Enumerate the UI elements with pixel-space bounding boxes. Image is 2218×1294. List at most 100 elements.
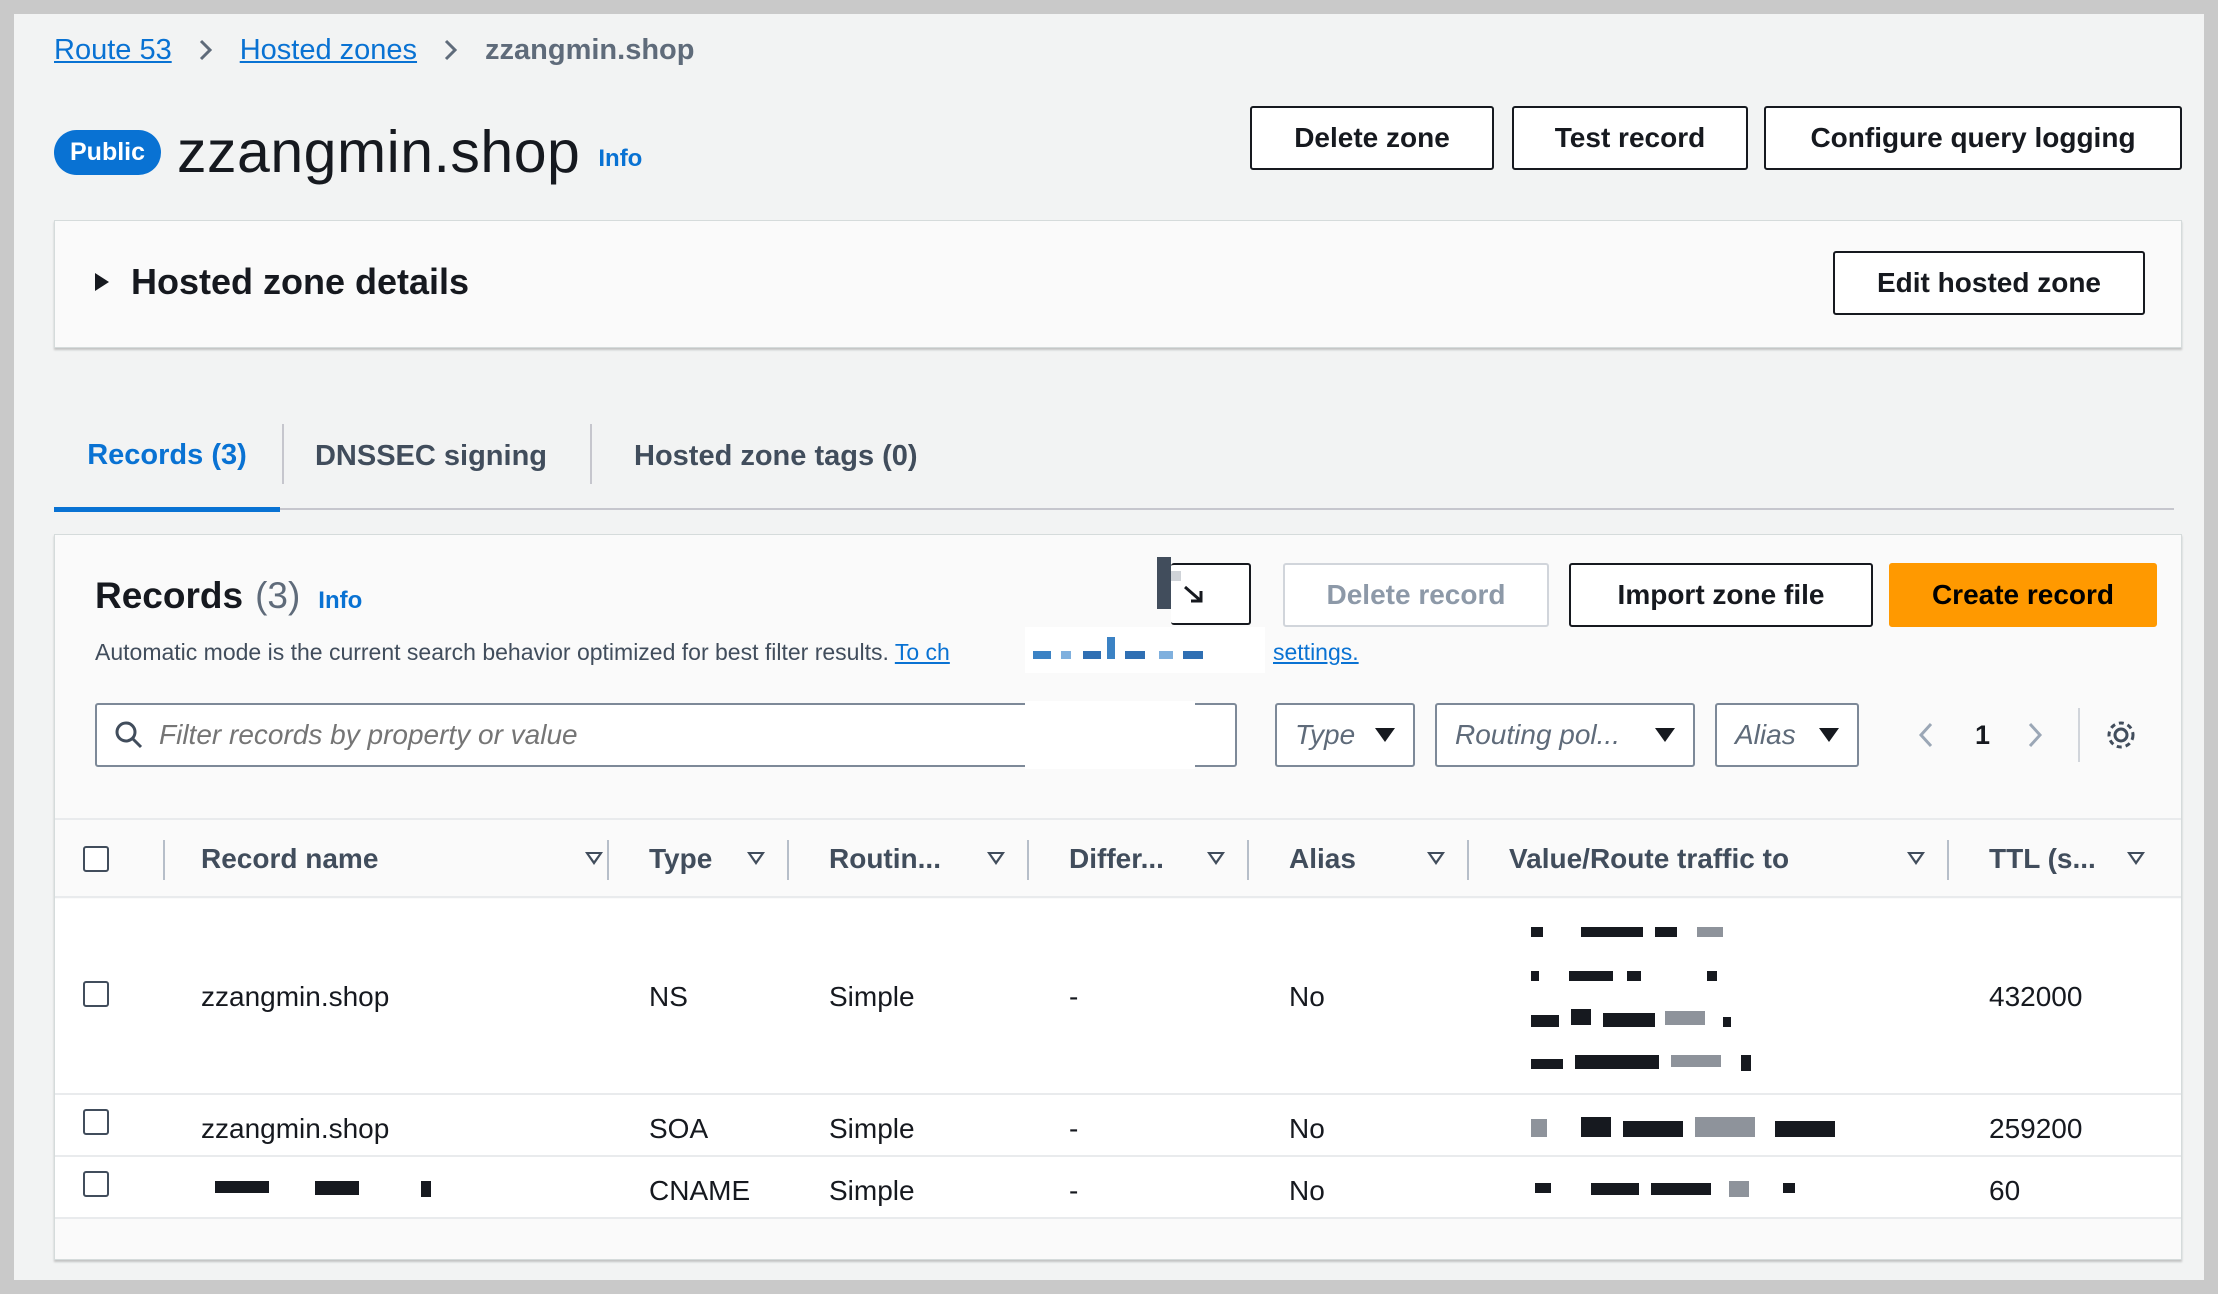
col-ttl[interactable]: TTL (s... <box>1989 820 2169 898</box>
type-filter-label: Type <box>1295 719 1356 750</box>
public-badge: Public <box>54 129 162 175</box>
routing-policy-filter-select[interactable]: Routing pol... <box>1435 703 1695 767</box>
chevron-right-icon <box>198 38 214 62</box>
sort-icon <box>585 852 603 865</box>
hosted-zone-details-panel: Hosted zone details Edit hosted zone <box>54 220 2182 348</box>
alias-filter-label: Alias <box>1735 719 1796 750</box>
column-divider <box>1027 840 1029 880</box>
record-ttl: 259200 <box>1989 1113 2083 1144</box>
table-row[interactable]: CNAME Simple - No 60 <box>55 1157 2181 1219</box>
select-all-checkbox[interactable] <box>83 846 109 872</box>
record-alias: No <box>1289 1175 1325 1206</box>
column-divider <box>1947 840 1949 880</box>
record-routing: Simple <box>829 1113 915 1144</box>
records-title: Records <box>95 575 244 616</box>
pager-divider <box>2078 708 2081 762</box>
configure-query-logging-button[interactable]: Configure query logging <box>1764 106 2182 170</box>
create-record-button[interactable]: Create record <box>1889 563 2157 627</box>
refresh-button[interactable] <box>1171 563 1251 625</box>
filter-records-input[interactable] <box>159 719 1159 751</box>
description-text: Automatic mode is the current search beh… <box>95 639 889 665</box>
record-type: SOA <box>649 1113 709 1144</box>
refresh-icon <box>1184 585 1203 603</box>
route53-hosted-zone-page: Route 53 Hosted zones zzangmin.shop Publ… <box>14 14 2204 1280</box>
column-divider <box>163 840 165 880</box>
edit-hosted-zone-button[interactable]: Edit hosted zone <box>1833 251 2145 315</box>
type-filter-select[interactable]: Type <box>1275 703 1415 767</box>
records-panel: Records (3) Info Delete record Import zo… <box>54 534 2182 1260</box>
breadcrumb: Route 53 Hosted zones zzangmin.shop <box>54 30 694 70</box>
sort-icon <box>1207 852 1225 865</box>
details-title: Hosted zone details <box>131 261 470 302</box>
search-settings-link-start[interactable]: To ch <box>895 639 950 665</box>
col-type[interactable]: Type <box>649 820 789 898</box>
record-routing: Simple <box>829 1175 915 1206</box>
record-type: NS <box>649 981 688 1012</box>
column-divider <box>1467 840 1469 880</box>
row-checkbox[interactable] <box>83 981 109 1007</box>
breadcrumb-hosted-zones[interactable]: Hosted zones <box>240 34 417 67</box>
redaction-mask <box>1507 899 1947 901</box>
records-heading: Records (3) Info <box>95 575 362 617</box>
column-divider <box>2181 840 2182 880</box>
routing-filter-label: Routing pol... <box>1455 719 1620 750</box>
records-count: (3) <box>255 575 301 616</box>
search-icon <box>115 721 143 749</box>
sort-icon <box>1907 852 1925 865</box>
col-differentiator[interactable]: Differ... <box>1069 820 1249 898</box>
records-table-header: Record name Type Routin... Differ... Ali… <box>55 818 2182 898</box>
records-info-link[interactable]: Info <box>318 587 362 615</box>
redacted-area <box>1025 701 1195 769</box>
delete-zone-button[interactable]: Delete zone <box>1250 106 1494 170</box>
test-record-button[interactable]: Test record <box>1512 106 1748 170</box>
record-ttl: 432000 <box>1989 981 2083 1012</box>
table-row[interactable]: zzangmin.shop NS Simple - No 432000 <box>55 899 2181 1095</box>
tab-list: Records (3) DNSSEC signing Hosted zone t… <box>54 404 2174 512</box>
redacted-block <box>1157 557 1171 609</box>
import-zone-file-button[interactable]: Import zone file <box>1569 563 1873 627</box>
caret-right-icon <box>95 273 109 291</box>
col-ttl-label: TTL (s... <box>1989 843 2096 874</box>
redacted-block <box>1171 571 1181 581</box>
page-number[interactable]: 1 <box>1975 720 1990 751</box>
col-routing[interactable]: Routin... <box>829 820 1029 898</box>
sort-icon <box>987 852 1005 865</box>
chevron-right-icon <box>443 38 459 62</box>
tab-records[interactable]: Records (3) <box>54 404 280 512</box>
tab-dnssec-signing[interactable]: DNSSEC signing <box>284 404 578 508</box>
column-divider <box>787 840 789 880</box>
col-routing-label: Routin... <box>829 843 941 874</box>
record-name: zzangmin.shop <box>201 981 390 1012</box>
search-settings-link-end[interactable]: settings. <box>1273 639 1359 666</box>
redacted-area <box>1025 627 1265 673</box>
chevron-right-icon[interactable] <box>2024 720 2046 750</box>
table-row[interactable]: zzangmin.shop SOA Simple - No 259200 <box>55 1095 2181 1157</box>
tab-hosted-zone-tags[interactable]: Hosted zone tags (0) <box>634 404 934 508</box>
hosted-zone-details-toggle[interactable]: Hosted zone details <box>95 261 469 303</box>
col-differentiator-label: Differ... <box>1069 843 1164 874</box>
alias-filter-select[interactable]: Alias <box>1715 703 1859 767</box>
row-checkbox[interactable] <box>83 1171 109 1197</box>
row-checkbox[interactable] <box>83 1109 109 1135</box>
caret-down-icon <box>1655 728 1675 742</box>
col-record-name[interactable]: Record name <box>201 820 603 898</box>
record-differentiator: - <box>1069 1113 1079 1144</box>
sort-icon <box>747 852 765 865</box>
gear-icon[interactable] <box>2104 718 2138 752</box>
breadcrumb-route53[interactable]: Route 53 <box>54 34 172 67</box>
delete-record-button[interactable]: Delete record <box>1283 563 1549 627</box>
col-value[interactable]: Value/Route traffic to <box>1509 820 1969 898</box>
col-record-name-label: Record name <box>201 843 379 874</box>
page-title: zzangmin.shop <box>177 119 581 185</box>
record-type: CNAME <box>649 1175 751 1206</box>
caret-down-icon <box>1375 728 1395 742</box>
record-differentiator: - <box>1069 981 1079 1012</box>
chevron-left-icon[interactable] <box>1915 720 1937 750</box>
tab-divider <box>590 424 592 484</box>
col-alias-label: Alias <box>1289 843 1356 874</box>
record-alias: No <box>1289 1113 1325 1144</box>
record-routing: Simple <box>829 981 915 1012</box>
col-alias[interactable]: Alias <box>1289 820 1489 898</box>
info-link[interactable]: Info <box>598 145 642 173</box>
pagination: 1 <box>1915 703 2138 767</box>
